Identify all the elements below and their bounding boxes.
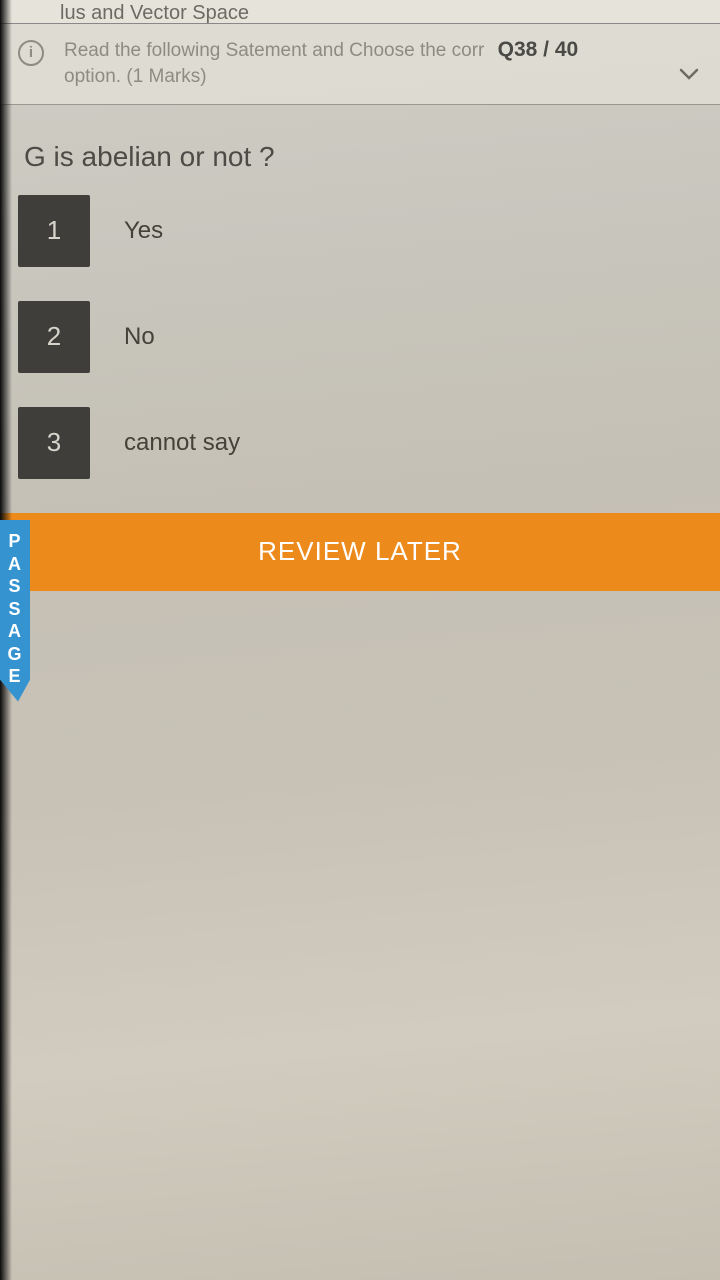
option-label: No xyxy=(124,323,155,351)
instruction-line2: option. (1 Marks) xyxy=(64,66,207,87)
instruction-text: Read the following Satement and Choose t… xyxy=(64,36,676,90)
option-label: cannot say xyxy=(124,429,240,457)
topbar: lus and Vector Space xyxy=(0,0,720,24)
instruction-line1: Read the following Satement and Choose t… xyxy=(64,40,484,61)
question-text: G is abelian or not ? xyxy=(0,105,720,181)
chevron-down-icon[interactable] xyxy=(676,62,702,88)
passage-tab[interactable]: PASSAGE xyxy=(0,520,30,702)
option-label: Yes xyxy=(124,217,163,245)
option-row[interactable]: 2 No xyxy=(0,301,720,373)
instruction-row[interactable]: i Read the following Satement and Choose… xyxy=(0,24,720,105)
option-number: 2 xyxy=(18,301,90,373)
page-title: lus and Vector Space xyxy=(60,2,702,25)
review-later-button[interactable]: REVIEW LATER xyxy=(0,513,720,591)
question-number: Q38 / 40 xyxy=(498,38,579,61)
option-row[interactable]: 3 cannot say xyxy=(0,407,720,479)
review-later-label: REVIEW LATER xyxy=(258,536,462,567)
option-number: 1 xyxy=(18,195,90,267)
option-number: 3 xyxy=(18,407,90,479)
info-icon: i xyxy=(18,40,44,66)
options-list: 1 Yes 2 No 3 cannot say xyxy=(0,181,720,479)
option-row[interactable]: 1 Yes xyxy=(0,195,720,267)
